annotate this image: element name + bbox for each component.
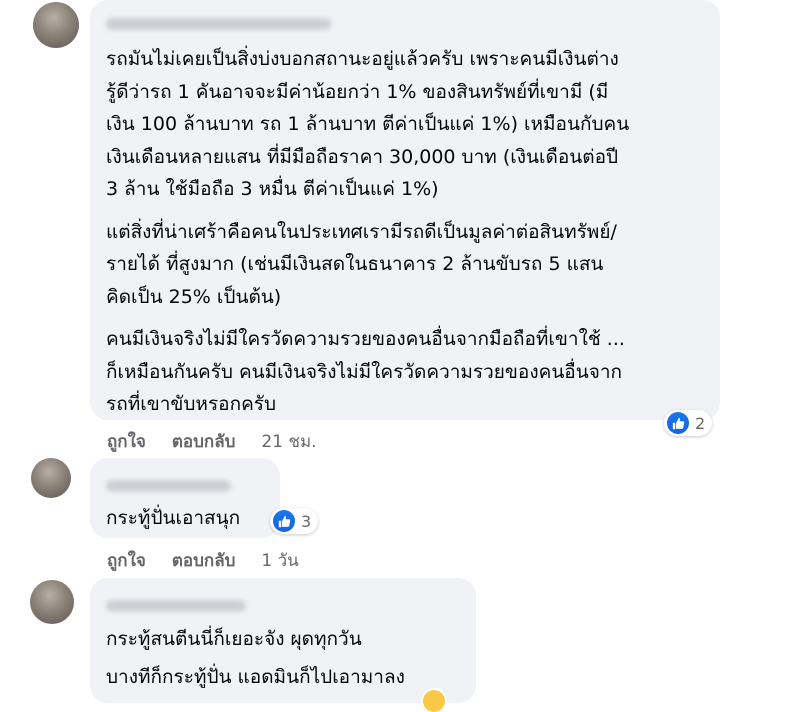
comment-paragraph: แต่สิ่งที่น่าเศร้าคือคนในประเทศเรามีรถดี… (106, 216, 706, 314)
reaction-count: 2 (695, 413, 706, 433)
reply-button[interactable]: ตอบกลับ (172, 428, 236, 455)
comment-line: 3 ล้าน ใช้มือถือ 3 หมื่น ตีค่าเป็นแค่ 1%… (106, 178, 439, 200)
like-button[interactable]: ถูกใจ (107, 547, 146, 574)
comment-line: เงินเดือนหลายแสน ที่มีมือถือราคา 30,000 … (106, 145, 619, 168)
comment-line: ก็เหมือนกันครับ คนมีเงินจริงไม่มีใครวัดค… (106, 360, 623, 383)
comment-bubble: กระทู้สนตีนนี่ก็เยอะจัง ผุดทุกวัน บางทีก… (90, 578, 476, 703)
reaction-summary[interactable]: 2 (664, 410, 713, 436)
comment-line: รถมันไม่เคยเป็นสิ่งบ่งบอกสถานะอยู่แล้วคร… (106, 48, 619, 70)
comment-line: รายได้ ที่สูงมาก (เช่นมีเงินสดในธนาคาร 2… (106, 253, 604, 275)
commenter-name-blurred[interactable] (106, 480, 231, 492)
avatar[interactable] (30, 580, 74, 624)
comment-bubble: กระทู้ปั่นเอาสนุก (90, 458, 280, 538)
comment-text: รถมันไม่เคยเป็นสิ่งบ่งบอกสถานะอยู่แล้วคร… (106, 43, 706, 421)
comment-actions: ถูกใจ ตอบกลับ 1 วัน (107, 547, 299, 574)
comment-paragraph: คนมีเงินจริงไม่มีใครวัดความรวยของคนอื่นจ… (106, 323, 706, 421)
thumbs-up-icon (667, 412, 689, 434)
comment-line: แต่สิ่งที่น่าเศร้าคือคนในประเทศเรามีรถดี… (106, 220, 617, 243)
haha-emoji-icon[interactable] (423, 690, 445, 712)
comment-timestamp[interactable]: 21 ชม. (261, 428, 316, 455)
comment-line: รถที่เขาขับหรอกครับ (106, 393, 277, 415)
like-button[interactable]: ถูกใจ (107, 428, 146, 455)
comment-line: กระทู้สนตีนนี่ก็เยอะจัง ผุดทุกวัน (106, 628, 362, 650)
comment-text: กระทู้สนตีนนี่ก็เยอะจัง ผุดทุกวัน บางทีก… (106, 620, 462, 696)
reply-button[interactable]: ตอบกลับ (172, 547, 236, 574)
reaction-count: 3 (301, 511, 312, 531)
comment-paragraph: รถมันไม่เคยเป็นสิ่งบ่งบอกสถานะอยู่แล้วคร… (106, 43, 706, 206)
commenter-name-blurred[interactable] (106, 18, 331, 30)
thumbs-up-icon (273, 510, 295, 532)
comment-line: รู้ดีว่ารถ 1 คันอาจจะมีค่าน้อยกว่า 1% ขอ… (106, 80, 609, 103)
comment-line: คิดเป็น 25% เป็นต้น) (106, 285, 282, 308)
comment-bubble: รถมันไม่เคยเป็นสิ่งบ่งบอกสถานะอยู่แล้วคร… (90, 0, 720, 420)
comment-line: กระทู้ปั่นเอาสนุก (106, 507, 241, 529)
comment-timestamp[interactable]: 1 วัน (261, 547, 298, 574)
comment-text: กระทู้ปั่นเอาสนุก (106, 502, 266, 535)
commenter-name-blurred[interactable] (106, 600, 246, 612)
avatar[interactable] (31, 458, 71, 498)
comment-line: บางทีก็กระทู้ปั่น แอดมินก็ไปเอามาลง (106, 666, 405, 688)
avatar[interactable] (33, 2, 79, 48)
comment-actions: ถูกใจ ตอบกลับ 21 ชม. (107, 428, 317, 455)
reaction-summary[interactable]: 3 (270, 508, 319, 534)
comment-line: เงิน 100 ล้านบาท รถ 1 ล้านบาท ตีค่าเป็นแ… (106, 113, 630, 135)
comment-line: คนมีเงินจริงไม่มีใครวัดความรวยของคนอื่นจ… (106, 328, 625, 350)
